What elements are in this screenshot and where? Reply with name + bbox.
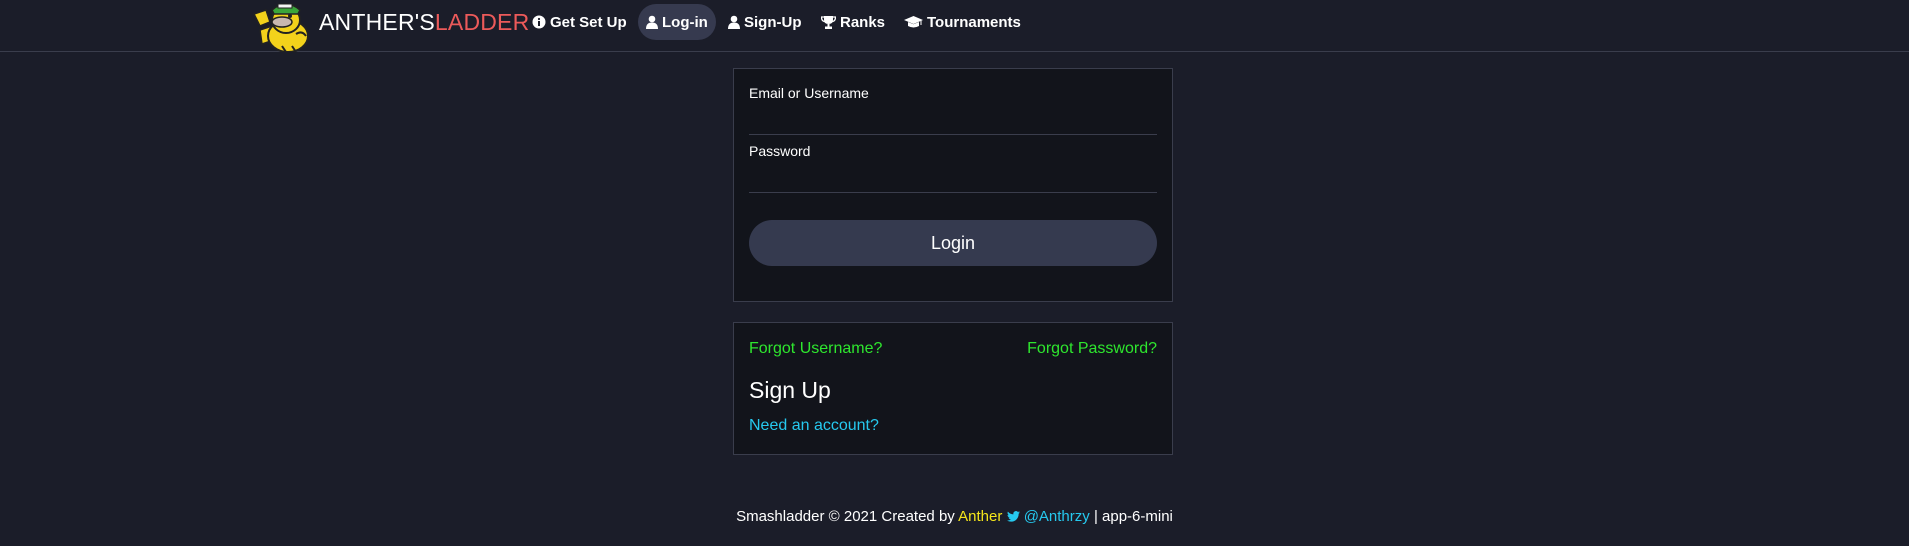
nav-get-set-up[interactable]: Get Set Up bbox=[532, 4, 627, 40]
email-label: Email or Username bbox=[749, 85, 869, 101]
footer-created-text: 2021 Created by bbox=[843, 508, 955, 525]
author-link[interactable]: Anther bbox=[958, 508, 1002, 525]
signup-heading: Sign Up bbox=[749, 377, 831, 403]
nav-label: Tournaments bbox=[927, 13, 1021, 31]
login-panel: Email or Username Password Login bbox=[733, 68, 1173, 302]
twitter-handle-link[interactable]: @Anthrzy bbox=[1024, 508, 1090, 525]
top-navbar: ANTHER'SLADDER Get Set Up Log-in Sign-Up bbox=[0, 0, 1909, 52]
page-footer: Smashladder © 2021 Created by Anther @An… bbox=[0, 508, 1909, 525]
nav-log-in[interactable]: Log-in bbox=[638, 4, 716, 40]
nav-label: Log-in bbox=[662, 13, 708, 31]
nav-ranks[interactable]: Ranks bbox=[821, 4, 885, 40]
brand-name-part1: ANTHER'S bbox=[319, 9, 435, 35]
build-label: app-6-mini bbox=[1102, 508, 1173, 525]
email-username-input[interactable] bbox=[749, 108, 1157, 135]
nav-sign-up[interactable]: Sign-Up bbox=[728, 4, 802, 40]
login-button[interactable]: Login bbox=[749, 220, 1157, 266]
nav-tournaments[interactable]: Tournaments bbox=[904, 4, 1021, 40]
graduation-cap-icon bbox=[904, 16, 923, 28]
info-circle-icon bbox=[532, 15, 546, 29]
duck-mascot-logo[interactable] bbox=[252, 0, 314, 52]
need-account-link[interactable]: Need an account? bbox=[749, 417, 879, 435]
twitter-icon bbox=[1006, 511, 1020, 522]
forgot-password-link[interactable]: Forgot Password? bbox=[1027, 340, 1157, 358]
nav-label: Ranks bbox=[840, 13, 886, 31]
nav-label: Sign-Up bbox=[744, 13, 802, 31]
account-help-panel: Forgot Username? Forgot Password? Sign U… bbox=[733, 322, 1173, 455]
nav-label: Get Set Up bbox=[550, 13, 627, 31]
footer-site-name: Smashladder bbox=[736, 508, 825, 525]
brand-name-part2: LADDER bbox=[434, 9, 530, 35]
copyright-icon: © bbox=[828, 508, 840, 525]
trophy-icon bbox=[821, 16, 836, 29]
password-label: Password bbox=[749, 143, 811, 159]
footer-separator: | bbox=[1093, 508, 1098, 525]
user-icon bbox=[728, 15, 740, 29]
site-brand[interactable]: ANTHER'SLADDER bbox=[319, 8, 529, 36]
user-icon bbox=[646, 15, 658, 29]
forgot-username-link[interactable]: Forgot Username? bbox=[749, 340, 882, 358]
password-input[interactable] bbox=[749, 166, 1157, 193]
